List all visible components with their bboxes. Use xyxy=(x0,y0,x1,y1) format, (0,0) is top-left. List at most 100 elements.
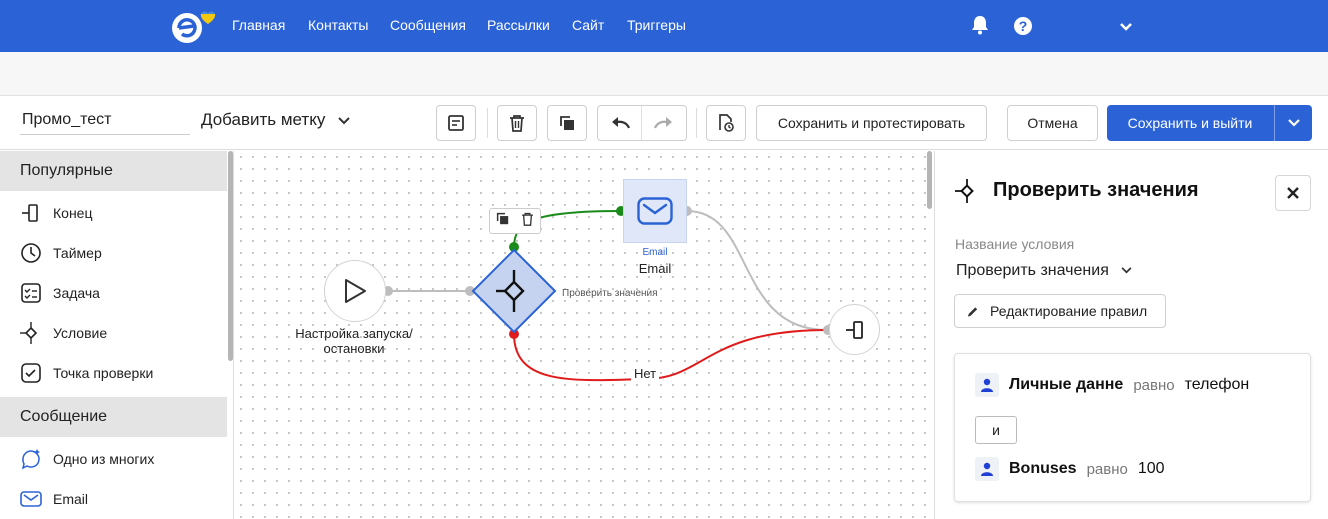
close-icon xyxy=(1287,187,1299,199)
panel-title: Проверить значения xyxy=(993,179,1199,201)
condition-name-dropdown[interactable]: Проверить значения xyxy=(956,262,1132,280)
delete-button[interactable] xyxy=(497,105,537,141)
pencil-icon xyxy=(967,307,978,317)
email-node-label: Email xyxy=(638,261,672,276)
properties-panel: Проверить значения Название условия Пров… xyxy=(934,151,1328,519)
condition-node-label: Проверить значения xyxy=(562,288,658,299)
palette-item-label: Email xyxy=(53,491,89,507)
palette-item-end[interactable]: Конец xyxy=(0,193,227,233)
undo-icon xyxy=(611,117,630,129)
person-icon xyxy=(975,457,999,481)
cancel-button[interactable]: Отмена xyxy=(1007,105,1098,141)
palette-item-label: Таймер xyxy=(53,245,102,261)
rule-field: Bonuses xyxy=(1009,460,1077,477)
person-icon xyxy=(975,373,999,397)
trash-icon xyxy=(522,212,533,226)
chevron-down-icon xyxy=(1287,119,1300,127)
end-node[interactable] xyxy=(829,304,880,355)
bell-icon[interactable] xyxy=(971,15,989,40)
trash-icon xyxy=(510,115,524,132)
task-icon xyxy=(20,282,42,304)
app-logo[interactable] xyxy=(170,10,220,44)
svg-text:?: ? xyxy=(1019,18,1028,34)
condition-icon xyxy=(955,179,974,203)
toolbar-divider xyxy=(487,108,488,138)
delete-node-button[interactable] xyxy=(521,212,534,231)
toolbar-divider xyxy=(696,108,697,138)
notes-button[interactable] xyxy=(436,105,476,141)
edit-rules-label: Редактирование правил xyxy=(990,303,1148,319)
copy-icon xyxy=(496,212,509,225)
redo-button[interactable] xyxy=(642,106,686,140)
palette-item-label: Конец xyxy=(53,205,93,221)
start-node-label: Настройка запуска/остановки xyxy=(295,326,413,356)
checkpoint-icon xyxy=(20,362,42,384)
save-and-test-button[interactable]: Сохранить и протестировать xyxy=(756,105,987,141)
email-node-type: Email xyxy=(642,247,668,258)
no-branch-label: Нет xyxy=(631,366,660,381)
palette-item-label: Точка проверки xyxy=(53,365,154,381)
rule-value: телефон xyxy=(1184,376,1250,393)
undo-button[interactable] xyxy=(598,106,642,140)
add-tag-label: Добавить метку xyxy=(201,110,326,129)
campaign-name-input[interactable] xyxy=(20,105,190,135)
help-icon[interactable]: ? xyxy=(1013,16,1033,41)
email-icon xyxy=(637,197,673,225)
email-icon xyxy=(20,488,42,510)
nav-campaigns[interactable]: Рассылки xyxy=(487,17,550,33)
condition-icon xyxy=(20,322,42,344)
save-options-dropdown[interactable] xyxy=(1274,105,1312,141)
rule-row[interactable]: Личные данне равно телефон xyxy=(975,373,1249,397)
subheader-band xyxy=(0,52,1328,96)
palette-item-one-of-many[interactable]: Одно из многих xyxy=(0,439,227,479)
copy-button[interactable] xyxy=(547,105,587,141)
add-tag-dropdown[interactable]: Добавить метку xyxy=(201,110,350,130)
flow-canvas[interactable]: Настройка запуска/остановки Проверить зн… xyxy=(235,151,933,519)
condition-diamond xyxy=(471,248,557,334)
nav-contacts[interactable]: Контакты xyxy=(308,17,368,33)
account-chevron-down-icon[interactable] xyxy=(1119,19,1133,37)
nav-triggers[interactable]: Триггеры xyxy=(627,17,686,33)
condition-name-value: Проверить значения xyxy=(956,262,1109,279)
chevron-down-icon xyxy=(338,116,350,124)
canvas-scrollbar[interactable] xyxy=(927,151,932,209)
history-button[interactable] xyxy=(706,105,746,141)
email-node[interactable] xyxy=(623,179,687,243)
edge-email-to-end xyxy=(686,210,829,332)
palette-item-condition[interactable]: Условие xyxy=(0,313,227,353)
edit-rules-button[interactable]: Редактирование правил xyxy=(954,294,1166,328)
start-node[interactable] xyxy=(324,260,386,322)
palette-item-task[interactable]: Задача xyxy=(0,273,227,313)
rule-value: 100 xyxy=(1137,460,1165,477)
palette-item-label: Задача xyxy=(53,285,100,301)
save-and-exit-button-group: Сохранить и выйти xyxy=(1107,105,1312,141)
condition-node[interactable] xyxy=(470,247,558,335)
nav-messages[interactable]: Сообщения xyxy=(390,17,466,33)
document-history-icon xyxy=(719,114,734,132)
undo-redo-group xyxy=(597,105,687,141)
nav-home[interactable]: Главная xyxy=(232,17,285,33)
section-message[interactable]: Сообщение xyxy=(0,397,227,437)
nav-site[interactable]: Сайт xyxy=(572,17,604,33)
copy-icon xyxy=(560,116,574,130)
save-and-exit-button[interactable]: Сохранить и выйти xyxy=(1107,105,1273,141)
timer-icon xyxy=(20,242,42,264)
palette-item-checkpoint[interactable]: Точка проверки xyxy=(0,353,227,393)
top-navigation-bar: Главная Контакты Сообщения Рассылки Сайт… xyxy=(0,0,1328,52)
rule-operator: равно xyxy=(1133,376,1175,394)
play-icon xyxy=(345,279,366,303)
end-icon xyxy=(20,202,42,224)
section-popular[interactable]: Популярные xyxy=(0,151,227,191)
close-panel-button[interactable] xyxy=(1275,175,1311,211)
rule-field: Личные данне xyxy=(1009,376,1124,393)
and-join-button[interactable]: и xyxy=(975,416,1017,444)
palette-item-email[interactable]: Email xyxy=(0,479,227,519)
condition-name-label: Название условия xyxy=(955,236,1075,252)
rule-operator: равно xyxy=(1086,460,1128,478)
rule-row[interactable]: Bonuses равно 100 xyxy=(975,457,1165,481)
palette-item-timer[interactable]: Таймер xyxy=(0,233,227,273)
note-icon xyxy=(448,115,464,131)
chevron-down-icon xyxy=(1121,267,1132,274)
copy-node-button[interactable] xyxy=(496,212,509,230)
palette-scrollbar[interactable] xyxy=(228,151,233,361)
